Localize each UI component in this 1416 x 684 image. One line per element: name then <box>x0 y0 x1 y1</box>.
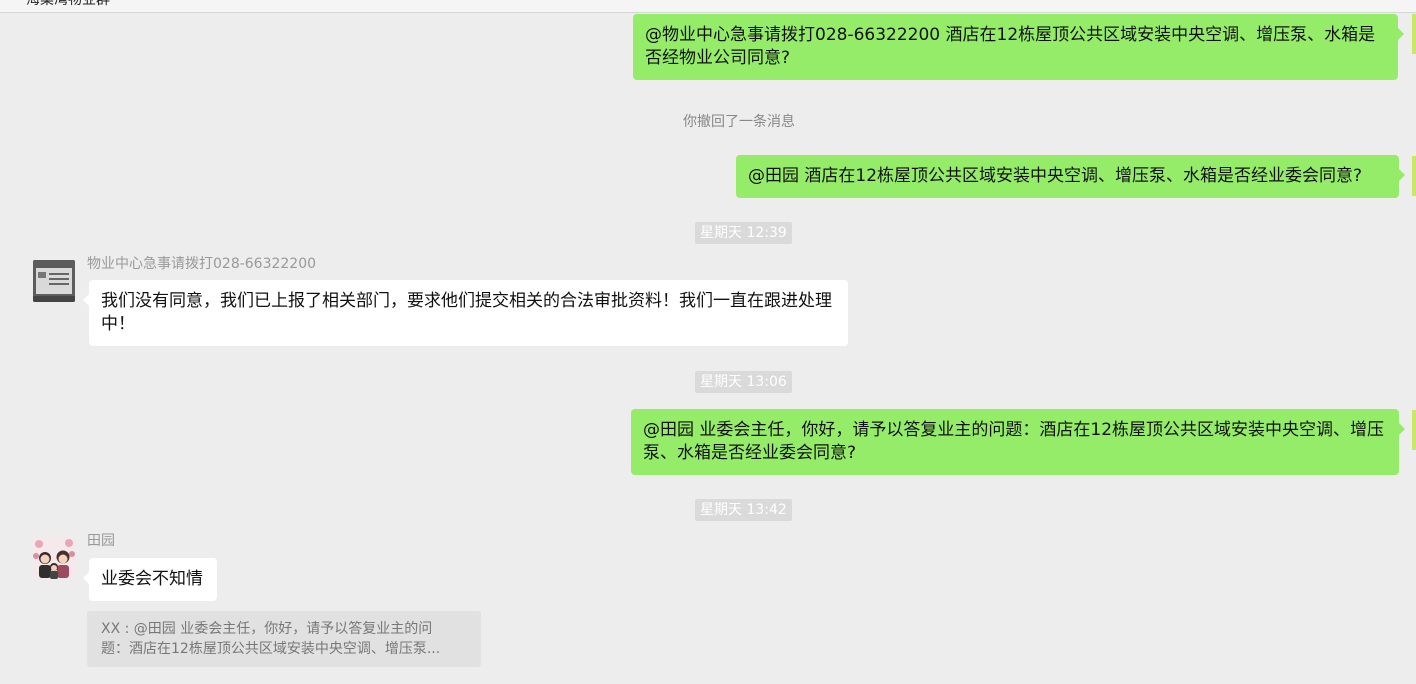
chat-title: 海棠湾物业群 <box>26 0 110 8</box>
chat-window: 海棠湾物业群 @物业中心急事请拨打028-66322200 酒店在12栋屋顶公共… <box>0 0 1416 684</box>
other-message-bubble[interactable]: 我们没有同意，我们已上报了相关部门，要求他们提交相关的合法审批资料！我们一直在跟… <box>83 280 848 346</box>
cartoon-family-avatar[interactable] <box>33 538 75 580</box>
sender-name: 物业中心急事请拨打028-66322200 <box>87 256 317 272</box>
recall-notice: 你撤回了一条消息 <box>683 114 795 130</box>
right-edge-marker <box>1412 410 1416 450</box>
timestamp-chip: 星期天 13:42 <box>695 499 792 521</box>
chat-title-bar: 海棠湾物业群 <box>0 0 1416 13</box>
timestamp-chip: 星期天 12:39 <box>695 222 792 244</box>
right-edge-marker <box>1412 14 1416 54</box>
other-message-bubble[interactable]: 业委会不知情 <box>83 558 217 601</box>
my-message-bubble[interactable]: @田园 酒店在12栋屋顶公共区域安装中央空调、增压泵、水箱是否经业委会同意? <box>736 155 1405 198</box>
quoted-reply[interactable]: XX : @田园 业委会主任，你好，请予以答复业主的问 题：酒店在12栋屋顶公共… <box>87 611 481 667</box>
right-edge-marker <box>1412 156 1416 196</box>
quote-line: 题：酒店在12栋屋顶公共区域安装中央空调、增压泵... <box>101 641 441 657</box>
timestamp-chip: 星期天 13:06 <box>695 371 792 393</box>
my-message-bubble[interactable]: @田园 业委会主任，你好，请予以答复业主的问题：酒店在12栋屋顶公共区域安装中央… <box>631 409 1405 475</box>
property-office-sign-icon <box>33 260 75 302</box>
my-message-bubble[interactable]: @物业中心急事请拨打028-66322200 酒店在12栋屋顶公共区域安装中央空… <box>633 14 1404 80</box>
sender-name: 田园 <box>87 533 115 549</box>
cartoon-family-icon <box>33 538 75 580</box>
quote-line: XX : @田园 业委会主任，你好，请予以答复业主的问 <box>101 621 433 637</box>
property-office-sign-avatar[interactable] <box>33 260 75 302</box>
